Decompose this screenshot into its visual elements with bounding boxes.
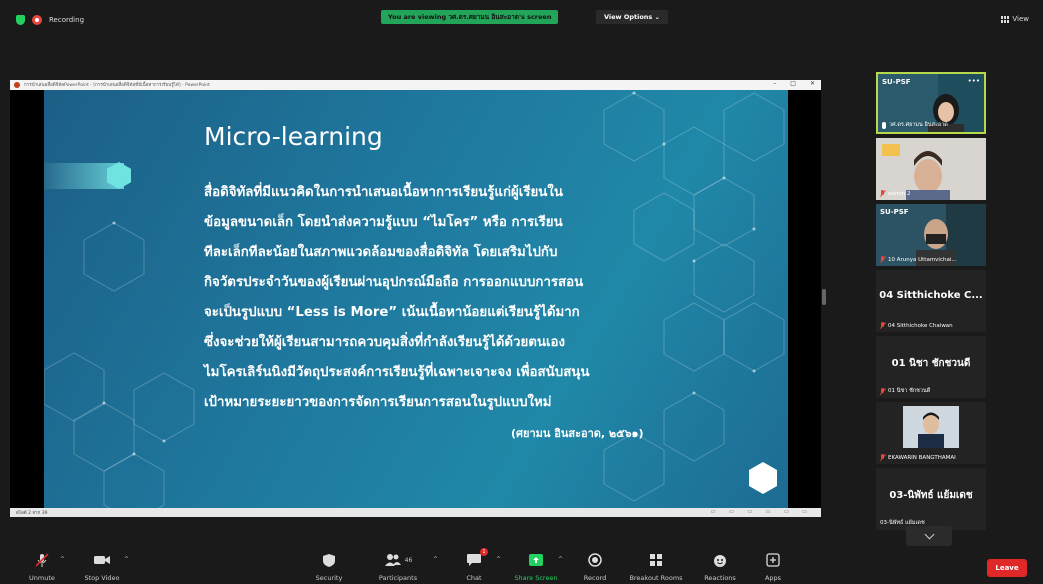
record-button[interactable]: Record xyxy=(565,552,625,582)
presentation-slide: Micro-learning สื่อดิจิทัลที่มีแนวคิดในก… xyxy=(44,90,788,508)
window-controls: – □ ✕ xyxy=(773,80,815,87)
recording-label: Recording xyxy=(49,16,85,24)
video-camera-icon xyxy=(93,552,111,568)
close-icon: ✕ xyxy=(809,80,815,87)
mic-muted-icon xyxy=(880,322,885,329)
participant-name-label: admin 2 xyxy=(880,190,910,197)
slide-line: เป้าหมายระยะยาวของการจัดการเรียนการสอนใน… xyxy=(204,395,552,410)
mic-muted-icon xyxy=(880,190,885,197)
mic-muted-icon xyxy=(880,256,885,263)
zoom-meeting-window: Recording You are viewing วศ.ดร.ศยามน อิ… xyxy=(0,0,1043,584)
chat-options-caret[interactable]: ^ xyxy=(496,556,501,563)
participant-name-label: 04 Sitthichoke Chaiwan xyxy=(880,322,953,329)
more-options-icon[interactable]: ••• xyxy=(968,77,980,85)
security-button[interactable]: Security xyxy=(299,552,359,582)
viewing-banner: You are viewing วศ.ดร.ศยามน อินสะอาด's s… xyxy=(381,10,559,24)
breakout-rooms-button[interactable]: Breakout Rooms xyxy=(626,552,686,582)
stop-video-button[interactable]: Stop Video xyxy=(72,552,132,582)
shield-icon[interactable] xyxy=(16,15,25,25)
breakout-rooms-icon xyxy=(649,552,663,568)
mic-on-icon xyxy=(882,121,886,129)
participant-display-name: 03-นิพัทธ์ แย้มเดช xyxy=(889,490,973,501)
slide-line: ไมโครเลิร์นนิงมีวัตถุประสงค์การเรียนรู้ท… xyxy=(204,365,590,380)
participant-name-label: 10 Arunya Uttamvichai... xyxy=(880,256,957,263)
slide-line: ข้อมูลขนาดเล็ก โดยนำส่งความรู้แบบ “ไมโคร… xyxy=(204,215,563,230)
slide-line: สื่อดิจิทัลที่มีแนวคิดในการนำเสนอเนื้อหา… xyxy=(204,185,563,200)
view-label: View xyxy=(1012,15,1029,23)
view-button[interactable]: View xyxy=(1001,15,1029,23)
minimize-icon: – xyxy=(773,80,777,87)
meeting-toolbar: Unmute ^ Stop Video ^ Security 46 Partic… xyxy=(0,548,1043,584)
mic-muted-icon xyxy=(34,552,50,568)
splitter-handle[interactable] xyxy=(822,289,826,305)
video-tile[interactable]: EKAWARIN BANGTHAMAI xyxy=(876,402,986,464)
participants-options-caret[interactable]: ^ xyxy=(433,556,438,563)
mic-muted-icon xyxy=(880,454,885,461)
powerpoint-status-bar: สไลด์ 2 จาก 39 ▭ ▭ ▭ ▭ ▭ ▭ xyxy=(10,508,821,517)
shield-icon xyxy=(322,552,336,568)
participants-count: 46 xyxy=(404,556,413,564)
powerpoint-title-bar: การนำเสนอสื่อดิจิทัลPowerPoint - [การนำเ… xyxy=(10,80,821,90)
slide-line: ซึ่งจะช่วยให้ผู้เรียนสามารถควบคุมสิ่งที่… xyxy=(204,335,566,350)
slide-line: ทีละเล็กทีละน้อยในสภาพแวดล้อมของสื่อดิจิ… xyxy=(204,245,558,260)
reactions-button[interactable]: Reactions xyxy=(690,552,750,582)
slide-line: กิจวัตรประจำวันของผู้เรียนผ่านอุปกรณ์มือ… xyxy=(204,275,584,290)
slide-counter: สไลด์ 2 จาก 39 xyxy=(16,511,48,516)
mic-muted-icon xyxy=(880,387,885,395)
apps-icon xyxy=(766,552,780,568)
share-screen-icon xyxy=(528,552,544,568)
window-title: การนำเสนอสื่อดิจิทัลPowerPoint - [การนำเ… xyxy=(24,83,210,88)
video-tile[interactable]: SU-PSF 10 Arunya Uttamvichai... xyxy=(876,204,986,266)
share-options-caret[interactable]: ^ xyxy=(558,556,563,563)
video-tile[interactable]: 04 Sitthichoke C... 04 Sitthichoke Chaiw… xyxy=(876,270,986,332)
chat-button[interactable]: 1 Chat xyxy=(444,548,504,582)
powerpoint-icon xyxy=(14,82,20,88)
video-tile[interactable]: admin 2 xyxy=(876,138,986,200)
slide-line: จะเป็นรูปแบบ “Less is More” เน้นเนื้อหาน… xyxy=(204,305,580,320)
slide-citation: (ศยามน อินสะอาด, ๒๕๖๑) xyxy=(511,427,644,440)
tile-brand: SU-PSF xyxy=(880,208,909,216)
smiley-icon xyxy=(713,552,728,568)
gallery-scroll-down-button[interactable] xyxy=(906,526,952,546)
participants-button[interactable]: 46 Participants xyxy=(368,552,428,582)
grid-view-icon xyxy=(1001,15,1010,23)
participant-display-name: 01 นิชา ชักชวนดี xyxy=(891,358,971,369)
slide-title: Micro-learning xyxy=(204,122,383,151)
video-tile-host[interactable]: SU-PSF ••• วศ.ดร.ศยามน อินสะอาด xyxy=(876,72,986,134)
chevron-down-icon xyxy=(924,529,934,539)
recording-indicator[interactable]: Recording xyxy=(16,15,84,25)
record-icon xyxy=(588,552,602,568)
chat-unread-badge: 1 xyxy=(480,548,488,556)
participant-name-label: EKAWARIN BANGTHAMAI xyxy=(880,454,956,461)
top-bar: Recording You are viewing วศ.ดร.ศยามน อิ… xyxy=(0,0,1043,40)
view-mode-icons: ▭ ▭ ▭ ▭ ▭ ▭ xyxy=(710,509,813,515)
participants-icon: 46 xyxy=(384,552,413,568)
participant-display-name: 04 Sitthichoke C... xyxy=(879,290,983,301)
shared-screen: การนำเสนอสื่อดิจิทัลPowerPoint - [การนำเ… xyxy=(10,80,821,517)
apps-button[interactable]: Apps xyxy=(743,552,803,582)
maximize-icon: □ xyxy=(790,80,796,87)
chat-bubble-icon: 1 xyxy=(466,548,488,568)
participant-name-label: 01 นิชา ชักชวนดี xyxy=(880,387,930,395)
share-screen-button[interactable]: Share Screen xyxy=(506,552,566,582)
leave-button[interactable]: Leave xyxy=(987,559,1027,577)
tile-brand: SU-PSF xyxy=(882,78,911,86)
video-tile[interactable]: 01 นิชา ชักชวนดี 01 นิชา ชักชวนดี xyxy=(876,336,986,398)
participant-name-label: วศ.ดร.ศยามน อินสะอาด xyxy=(882,121,948,129)
slide-body: สื่อดิจิทัลที่มีแนวคิดในการนำเสนอเนื้อหา… xyxy=(204,178,724,418)
view-options-button[interactable]: View Options ⌄ xyxy=(596,10,669,24)
record-dot-icon xyxy=(32,15,42,25)
audio-options-caret[interactable]: ^ xyxy=(60,556,65,563)
video-options-caret[interactable]: ^ xyxy=(124,556,129,563)
video-tile[interactable]: 03-นิพัทธ์ แย้มเดช 03-นิพัทธ์ แย้มเดช xyxy=(876,468,986,530)
